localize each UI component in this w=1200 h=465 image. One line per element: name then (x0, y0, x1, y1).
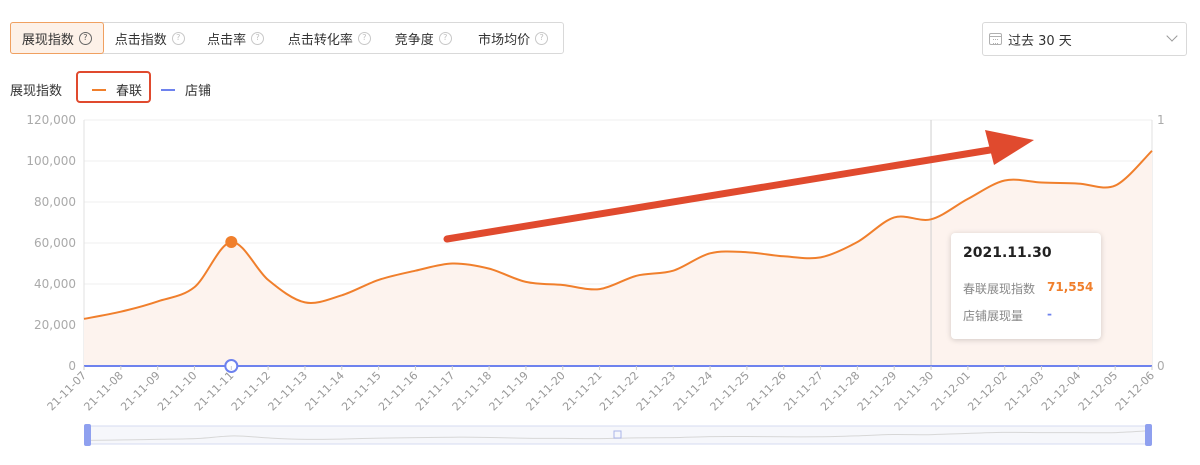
x-tick-label: 21-11-24 (671, 369, 716, 414)
x-tick-label: 21-11-19 (487, 369, 532, 414)
x-tick-label: 21-11-10 (155, 369, 200, 414)
x-tick-label: 21-11-29 (855, 369, 900, 414)
x-tick-label: 21-11-26 (744, 369, 789, 414)
x-tick-label: 21-11-16 (376, 369, 421, 414)
y-right-tick-label: 1 (1157, 113, 1165, 127)
y-tick-label: 20,000 (34, 318, 76, 332)
x-tick-label: 21-12-03 (1002, 369, 1047, 414)
zoom-handle-right[interactable] (1145, 424, 1152, 446)
x-tick-label: 21-11-27 (781, 369, 826, 414)
x-tick-label: 21-11-12 (229, 369, 274, 414)
tooltip-value-chunlian: 71,554 (1047, 280, 1094, 294)
tooltip-value-dianpu: - (1047, 307, 1052, 321)
x-tick-label: 21-11-21 (560, 369, 605, 414)
x-tick-label: 21-12-01 (928, 369, 973, 414)
x-tick-label: 21-12-04 (1039, 369, 1084, 414)
x-tick-label: 21-11-15 (339, 369, 384, 414)
x-tick-label: 21-11-08 (81, 369, 126, 414)
trend-arrow-head (985, 130, 1034, 165)
x-tick-label: 21-11-07 (45, 369, 90, 414)
y-right-tick-label: 0 (1157, 359, 1165, 373)
x-tick-label: 21-11-09 (118, 369, 163, 414)
tooltip-label-dianpu: 店铺展现量 (963, 309, 1024, 323)
x-tick-label: 21-12-02 (965, 369, 1010, 414)
x-tick-label: 21-11-22 (597, 369, 642, 414)
tooltip-label-chunlian: 春联展现指数 (963, 282, 1036, 296)
x-tick-label: 21-11-18 (450, 369, 495, 414)
x-tick-label: 21-12-06 (1113, 369, 1158, 414)
y-tick-label: 100,000 (26, 154, 76, 168)
x-tick-label: 21-11-25 (708, 369, 753, 414)
x-tick-label: 21-11-28 (818, 369, 863, 414)
x-tick-label: 21-12-05 (1076, 369, 1121, 414)
chart-tooltip: 2021.11.30 春联展现指数 71,554 店铺展现量 - (951, 233, 1101, 339)
y-tick-label: 60,000 (34, 236, 76, 250)
y-tick-label: 120,000 (26, 113, 76, 127)
tooltip-date: 2021.11.30 (963, 245, 1052, 261)
zoom-slider-track[interactable] (87, 425, 1149, 445)
x-tick-label: 21-11-11 (192, 369, 237, 414)
y-tick-label: 0 (68, 359, 76, 373)
data-point-chunlian (225, 235, 238, 248)
y-tick-label: 80,000 (34, 195, 76, 209)
x-tick-label: 21-11-30 (892, 369, 937, 414)
x-tick-label: 21-11-23 (634, 369, 679, 414)
x-tick-label: 21-11-13 (266, 369, 311, 414)
x-tick-label: 21-11-20 (523, 369, 568, 414)
x-tick-label: 21-11-17 (413, 369, 458, 414)
x-tick-label: 21-11-14 (302, 369, 347, 414)
y-tick-label: 40,000 (34, 277, 76, 291)
zoom-handle-left[interactable] (84, 424, 91, 446)
